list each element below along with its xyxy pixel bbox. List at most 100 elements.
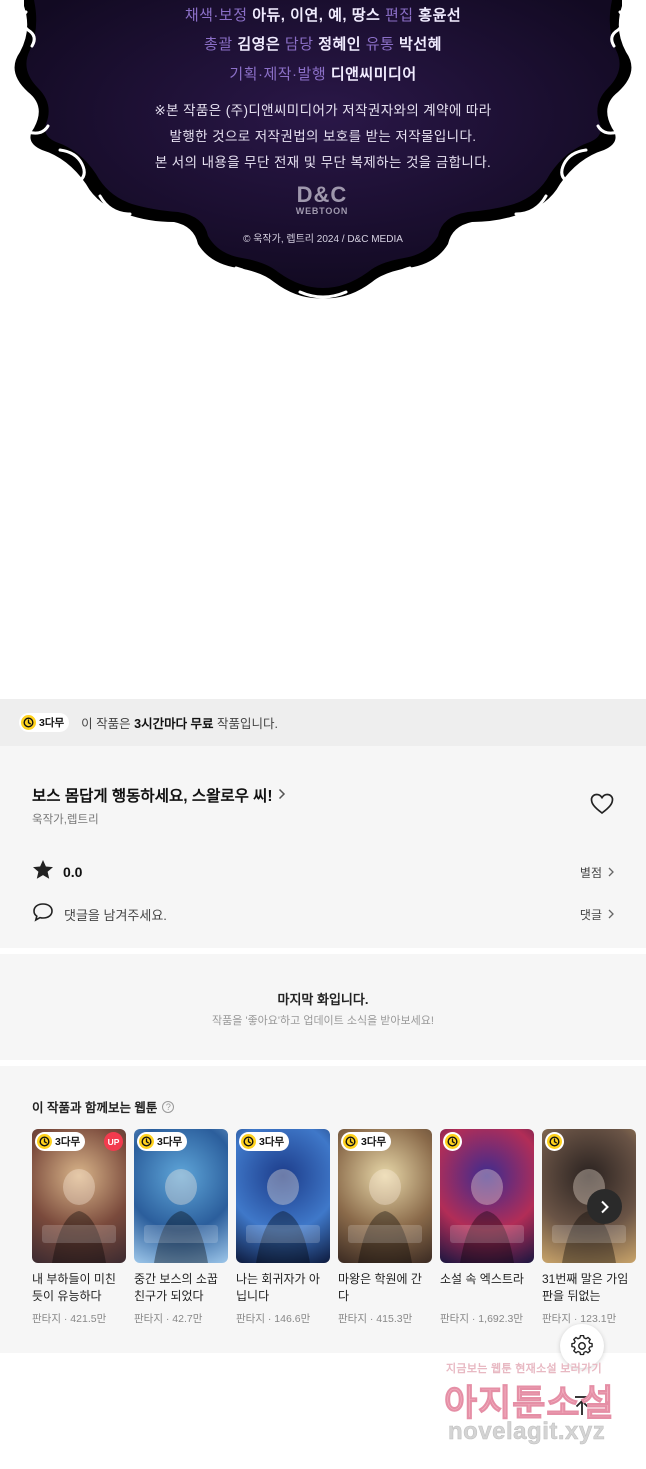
badge-label: 3다무 (361, 1136, 387, 1148)
cover-thumbnail[interactable] (440, 1129, 534, 1263)
wait-free-badge: 3다무 (137, 1132, 188, 1151)
chevron-right-icon (608, 865, 614, 880)
dc-webtoon-logo: D&C WEBTOON (290, 182, 354, 217)
chevron-right-icon (608, 907, 614, 922)
card-meta: 판타지 · 415.3만 (338, 1313, 413, 1325)
copyright-notice-line: 본 서의 내용을 무단 전재 및 무단 복제하는 것을 금합니다. (154, 155, 492, 170)
logo-subtext: WEBTOON (295, 206, 349, 216)
wait-free-badge: 3다무 (341, 1132, 392, 1151)
credit-name: 정혜인 (318, 36, 362, 53)
clock-icon (445, 1134, 460, 1149)
card-title: 중간 보스의 소꿉친구가 되었다 (134, 1272, 218, 1303)
badge-label: 3다무 (55, 1136, 81, 1148)
recommendations-title: 이 작품과 함께보는 웹툰 (32, 1101, 158, 1115)
recommendations-section: 이 작품과 함께보는 웹툰 ? 3다무 UP 내 부하들이 미친 듯이 유능하다판타… (0, 1066, 646, 1353)
credit-role: 담당 (284, 36, 314, 53)
wait-free-badge (443, 1132, 462, 1151)
scroll-top-button[interactable] (560, 1384, 604, 1428)
work-title-link[interactable]: 보스 몸답게 행동하세요, 스왈로우 씨! (32, 784, 286, 806)
credit-role: 유통 (365, 36, 395, 53)
card-meta: 판타지 · 42.7만 (134, 1313, 203, 1325)
credit-name: 아듀, 이연, 예, 땅스 (252, 7, 381, 24)
clock-icon (547, 1134, 562, 1149)
rating-link[interactable]: 별점 (580, 864, 614, 881)
credit-role: 기획·제작·발행 (229, 66, 327, 83)
clock-icon (241, 1134, 256, 1149)
settings-button[interactable] (560, 1324, 604, 1368)
cover-thumbnail[interactable]: 3다무 (338, 1129, 432, 1263)
help-icon[interactable]: ? (162, 1100, 175, 1113)
work-title: 보스 몸답게 행동하세요, 스왈로우 씨! (32, 788, 273, 805)
heart-icon[interactable] (590, 793, 614, 820)
comment-placeholder: 댓글을 남겨주세요. (64, 907, 167, 923)
comment-row[interactable]: 댓글을 남겨주세요. 댓글 (32, 902, 614, 926)
chevron-right-icon (278, 787, 286, 804)
copyright-notice-line: ※본 작품은 (주)디앤씨미디어가 저작권자와의 계약에 따라 (154, 103, 492, 118)
credit-role: 총괄 (204, 36, 233, 53)
comment-link-label: 댓글 (579, 907, 602, 922)
wait-free-badge: 3다무 (239, 1132, 290, 1151)
rating-link-label: 별점 (579, 865, 602, 880)
card-meta: 판타지 · 421.5만 (32, 1313, 107, 1325)
card-meta: 판타지 · 1,692.3만 (440, 1313, 524, 1325)
last-episode-notice: 마지막 화입니다. 작품을 '좋아요'하고 업데이트 소식을 받아보세요! (0, 954, 646, 1060)
cover-thumbnail[interactable]: 3다무 (134, 1129, 228, 1263)
clock-icon (37, 1134, 52, 1149)
card-title: 내 부하들이 미친 듯이 유능하다 (32, 1272, 116, 1303)
rating-value: 0.0 (63, 864, 83, 880)
card-title: 마왕은 학원에 간다 (338, 1272, 422, 1303)
wait-free-badge: 3다무 (35, 1132, 86, 1151)
wait-free-badge: 3다무 (19, 713, 70, 732)
badge-label: 3다무 (157, 1136, 183, 1148)
card-meta: 판타지 · 123.1만 (542, 1313, 617, 1325)
copyright-text: © 욱작가, 렙트리 2024 / D&C MEDIA (243, 234, 403, 245)
card-title: 소설 속 엑스트라 (440, 1272, 524, 1286)
last-episode-subtitle: 작품을 '좋아요'하고 업데이트 소식을 받아보세요! (212, 1015, 434, 1027)
free-banner-text: 이 작품은 3시간마다 무료 작품입니다. (81, 713, 278, 732)
badge-label: 3다무 (259, 1136, 285, 1148)
free-text-prefix: 이 작품은 (81, 717, 135, 731)
free-text-bold: 3시간마다 무료 (134, 717, 214, 731)
speech-bubble-icon (32, 902, 54, 927)
credit-line-management: 총괄 김영은 담당 정혜인 유통 박선혜 (0, 33, 646, 54)
gear-icon (571, 1335, 593, 1356)
rating-row: 0.0 별점 (32, 860, 614, 884)
star-icon (32, 859, 54, 885)
card-title: 31번째 말은 가임판을 뒤없는 (542, 1272, 629, 1303)
cover-thumbnail[interactable]: 3다무 UP (32, 1129, 126, 1263)
recommendation-carousel: 3다무 UP 내 부하들이 미친 듯이 유능하다판타지 · 421.5만 3다무중간 … (32, 1129, 646, 1329)
free-text-suffix: 작품입니다. (213, 717, 279, 731)
carousel-next-button[interactable] (587, 1189, 622, 1224)
copyright-notice-line: 발행한 것으로 저작권법의 보호를 받는 저작물입니다. (169, 129, 477, 144)
recommendation-card[interactable]: 3다무 UP 내 부하들이 미친 듯이 유능하다판타지 · 421.5만 (32, 1129, 126, 1326)
credit-name: 박선혜 (399, 36, 442, 53)
last-episode-title: 마지막 화입니다. (277, 992, 369, 1007)
recommendation-card[interactable]: 3다무마왕은 학원에 간다판타지 · 415.3만 (338, 1129, 432, 1326)
credit-name: 김영은 (237, 36, 281, 53)
credit-line-coloring: 채색·보정 아듀, 이연, 예, 땅스 편집 홍윤선 (0, 4, 646, 25)
chevron-right-icon (600, 1200, 609, 1213)
free-banner: 3다무 이 작품은 3시간마다 무료 작품입니다. (0, 699, 646, 746)
update-badge: UP (104, 1132, 123, 1151)
clock-icon (139, 1134, 154, 1149)
card-title: 나는 회귀자가 아닙니다 (236, 1272, 320, 1303)
recommendations-heading: 이 작품과 함께보는 웹툰 ? (32, 1097, 175, 1116)
wait-free-badge (545, 1132, 564, 1151)
clock-icon (343, 1134, 358, 1149)
credit-role: 채색·보정 (184, 7, 248, 24)
work-authors: 욱작가,렙트리 (32, 814, 99, 826)
credit-role: 편집 (384, 7, 414, 24)
logo-text: D&C (296, 182, 348, 207)
work-info-card: 보스 몸답게 행동하세요, 스왈로우 씨! 욱작가,렙트리 0.0 별점 댓글을… (0, 746, 646, 948)
recommendation-card[interactable]: 3다무중간 보스의 소꿉친구가 되었다판타지 · 42.7만 (134, 1129, 228, 1326)
comment-link[interactable]: 댓글 (580, 906, 614, 923)
recommendation-card[interactable]: 31번째 말은 가임판을 뒤없는판타지 · 123.1만 (542, 1129, 636, 1326)
arrow-up-icon (575, 1396, 589, 1415)
cover-thumbnail[interactable]: 3다무 (236, 1129, 330, 1263)
credits-banner: 채색·보정 아듀, 이연, 예, 땅스 편집 홍윤선 총괄 김영은 담당 정혜인… (0, 0, 646, 300)
recommendation-card[interactable]: 소설 속 엑스트라판타지 · 1,692.3만 (440, 1129, 534, 1326)
recommendation-card[interactable]: 3다무 나는 회귀자가 아닙니다 판타지 · 146.6만 (236, 1129, 330, 1326)
credit-line-publisher: 기획·제작·발행 디앤씨미디어 (0, 63, 646, 84)
credit-name: 홍윤선 (418, 7, 462, 24)
badge-label: 3다무 (39, 717, 65, 729)
